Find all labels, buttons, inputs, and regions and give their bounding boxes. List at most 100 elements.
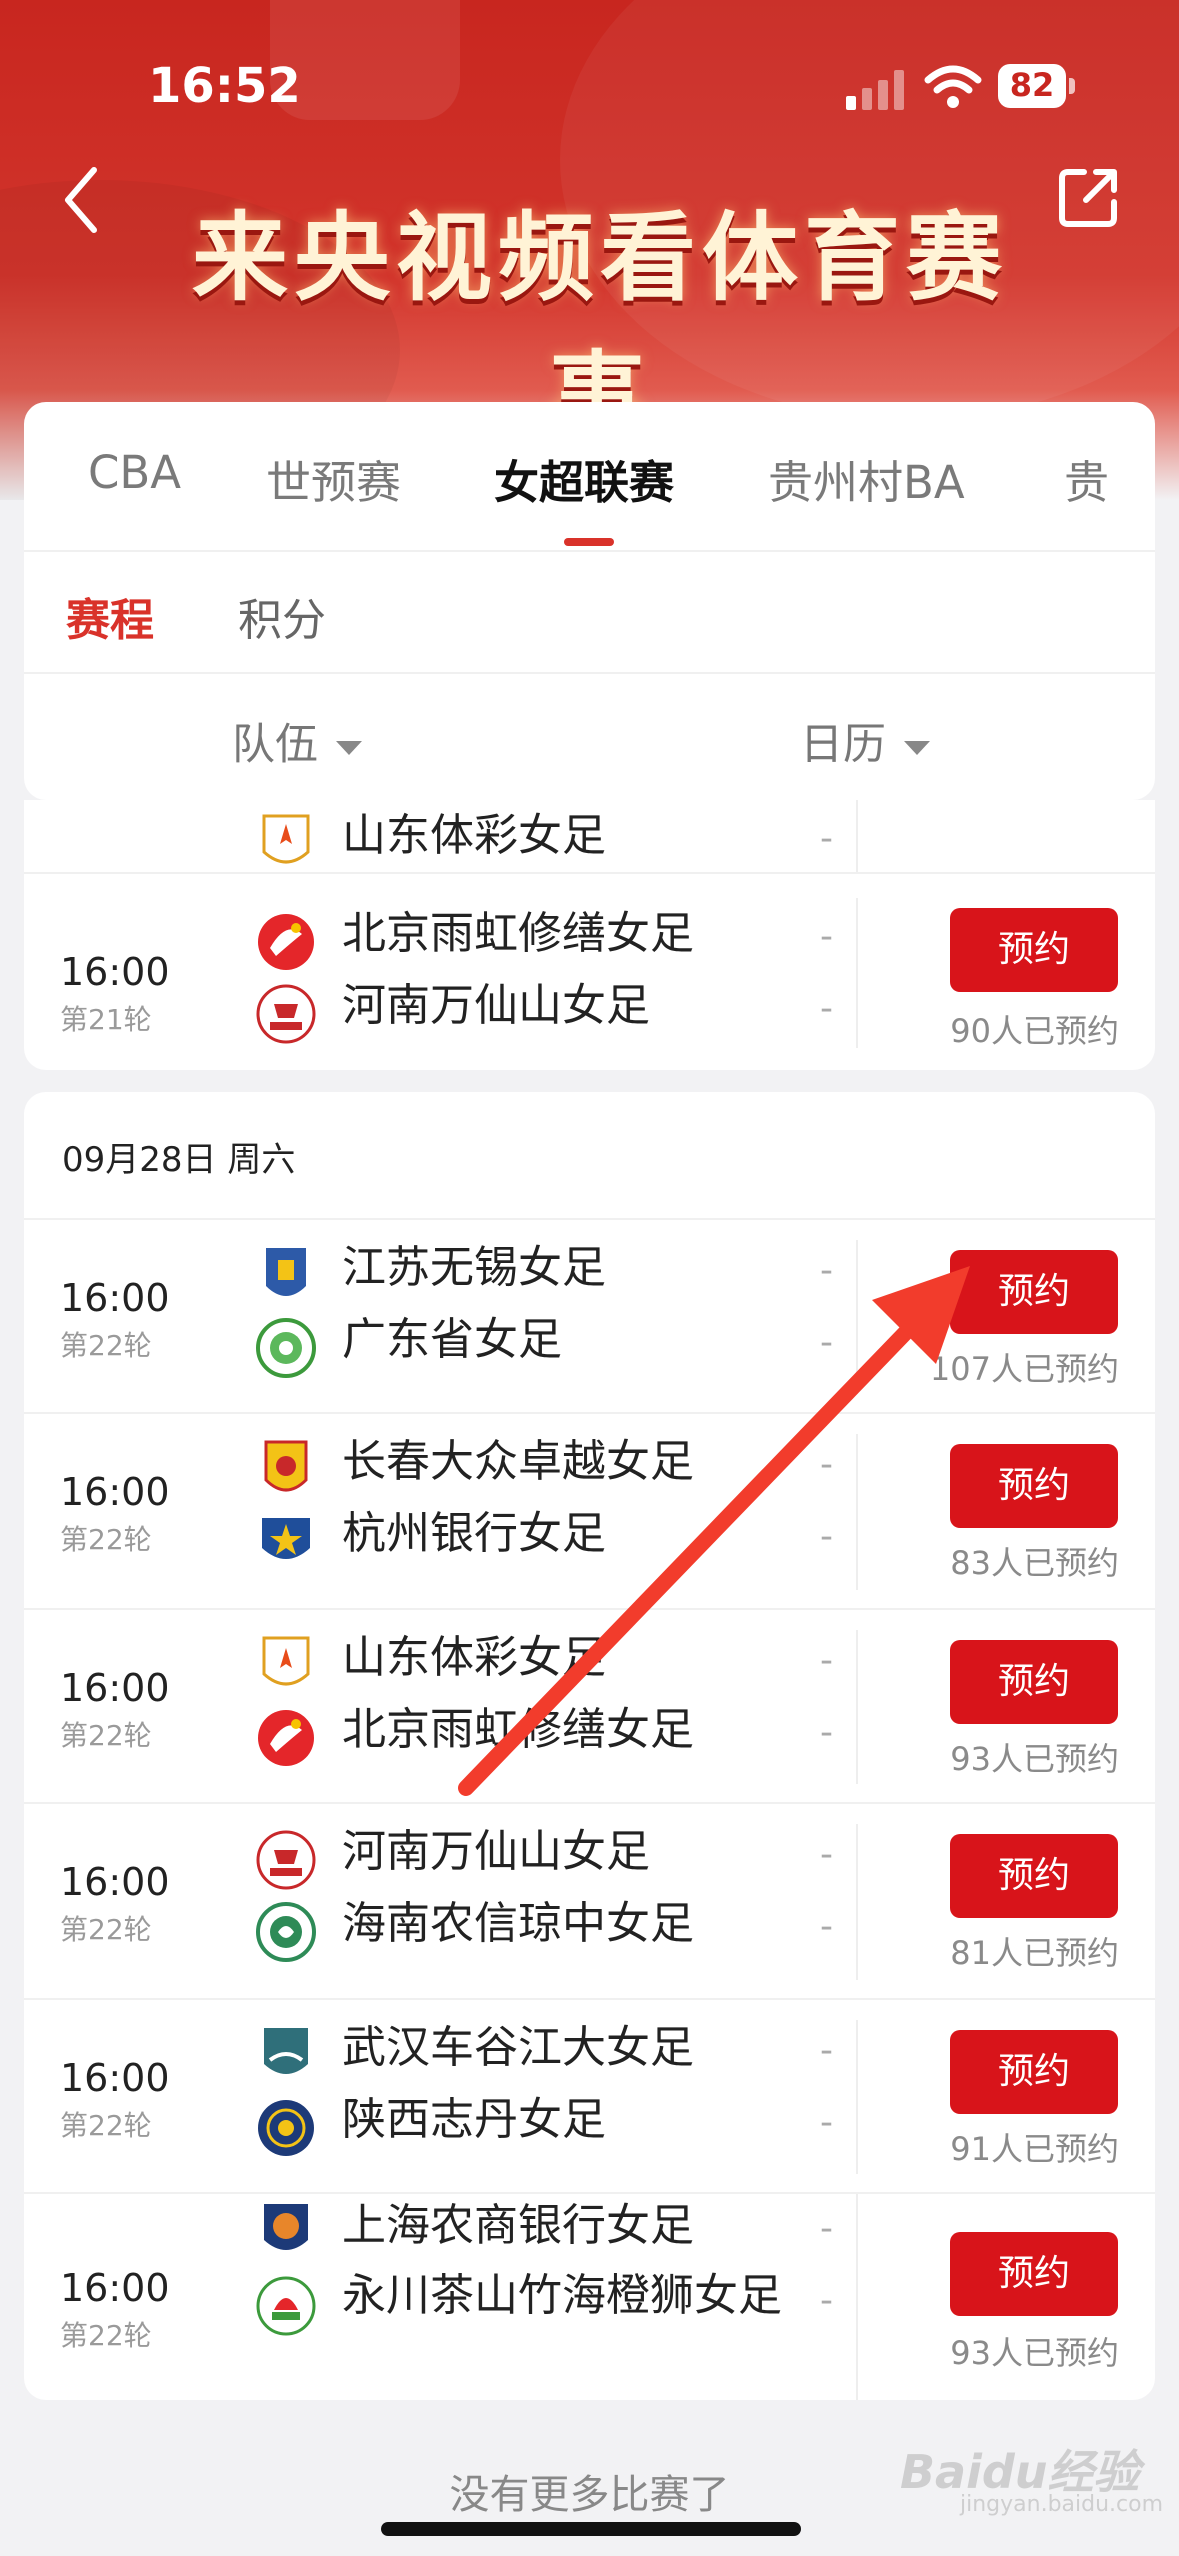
away-score: - bbox=[820, 2280, 833, 2321]
chevron-down-icon bbox=[904, 740, 930, 755]
match-time: 16:00 bbox=[60, 1860, 170, 1904]
home-score: - bbox=[820, 1250, 833, 1291]
tab-womens-super-league[interactable]: 女超联赛 bbox=[494, 446, 674, 511]
match-round: 第22轮 bbox=[60, 1329, 152, 1362]
match-row[interactable]: 16:00 第22轮 河南万仙山女足 - 海南农信琼中女足 - 预约 81人已预… bbox=[24, 1802, 1155, 2000]
tab-overflow[interactable]: 贵 bbox=[1064, 446, 1109, 511]
reserve-button[interactable]: 预约 bbox=[950, 2232, 1118, 2316]
match-round: 第22轮 bbox=[60, 1913, 152, 1946]
home-team-name: 上海农商银行女足 bbox=[342, 2200, 694, 2251]
away-score: - bbox=[820, 1322, 833, 1363]
team-logo-icon bbox=[258, 2100, 314, 2156]
chevron-down-icon bbox=[336, 740, 362, 755]
back-arrow-icon[interactable] bbox=[58, 162, 108, 238]
home-score: - bbox=[820, 2030, 833, 2071]
reservation-count: 93人已预约 bbox=[950, 2334, 1119, 2372]
away-score: - bbox=[820, 1906, 833, 1947]
team-logo-icon bbox=[264, 1440, 308, 1492]
match-row[interactable]: 16:00 第22轮 武汉车谷江大女足 - 陕西志丹女足 - 预约 91人已预约 bbox=[24, 1998, 1155, 2194]
team-logo-icon bbox=[256, 984, 316, 1044]
match-time: 16:00 bbox=[60, 950, 170, 994]
baidu-watermark-url: jingyan.baidu.com bbox=[960, 2492, 1164, 2517]
home-score: - bbox=[820, 916, 833, 957]
reservation-count: 83人已预约 bbox=[950, 1544, 1119, 1582]
team-logo-icon bbox=[262, 814, 310, 864]
team-logo-icon bbox=[262, 1636, 310, 1686]
reservation-count: 107人已预约 bbox=[929, 1350, 1119, 1388]
away-score: - bbox=[820, 988, 833, 1029]
match-list-card: 山东体彩女足 - 16:00 第21轮 北京雨虹修缮女足 - 河南万仙山女足 -… bbox=[24, 800, 1155, 1070]
calendar-filter-dropdown[interactable]: 日历 bbox=[800, 710, 930, 772]
status-time: 16:52 bbox=[148, 58, 301, 114]
home-team-name: 长春大众卓越女足 bbox=[342, 1436, 694, 1487]
match-time: 16:00 bbox=[60, 2266, 170, 2310]
reservation-count: 81人已预约 bbox=[950, 1934, 1119, 1972]
team-logo-icon bbox=[264, 2028, 308, 2074]
team-logo-icon bbox=[258, 914, 314, 970]
home-team-name: 江苏无锡女足 bbox=[342, 1242, 606, 1293]
reserve-button[interactable]: 预约 bbox=[950, 1640, 1118, 1724]
reserve-button[interactable]: 预约 bbox=[950, 2030, 1118, 2114]
home-team-name: 山东体彩女足 bbox=[342, 1632, 606, 1683]
match-row[interactable]: 16:00 第22轮 江苏无锡女足 - 广东省女足 - 预约 107人已预约 bbox=[24, 1218, 1155, 1414]
match-row[interactable]: 16:00 第21轮 北京雨虹修缮女足 - 河南万仙山女足 - 预约 90人已预… bbox=[24, 872, 1155, 1070]
match-date-header: 09月28日 周六 bbox=[62, 1140, 296, 1180]
reservation-count: 90人已预约 bbox=[950, 1012, 1119, 1050]
reserve-button[interactable]: 预约 bbox=[950, 908, 1118, 992]
battery-icon: 82 bbox=[998, 64, 1078, 110]
calendar-filter-label: 日历 bbox=[800, 720, 886, 770]
tab-cba[interactable]: CBA bbox=[88, 446, 181, 499]
competition-tabs: CBA 世预赛 女超联赛 贵州村BA 贵 bbox=[24, 402, 1155, 552]
home-team-name: 河南万仙山女足 bbox=[342, 1826, 650, 1877]
subtab-schedule[interactable]: 赛程 bbox=[66, 584, 154, 648]
match-round: 第22轮 bbox=[60, 2109, 152, 2142]
filter-bar: 队伍 日历 bbox=[24, 674, 1155, 798]
team-logo-icon bbox=[258, 1710, 314, 1766]
away-score: - bbox=[820, 1516, 833, 1557]
match-row[interactable]: 16:00 第22轮 山东体彩女足 - 北京雨虹修缮女足 - 预约 93人已预约 bbox=[24, 1608, 1155, 1804]
team-logo-icon bbox=[256, 1902, 316, 1962]
tab-guizhou-village-ba[interactable]: 贵州村BA bbox=[768, 446, 965, 511]
away-score: - bbox=[820, 1712, 833, 1753]
competition-header-card: CBA 世预赛 女超联赛 贵州村BA 贵 赛程 积分 队伍 日历 bbox=[24, 402, 1155, 800]
home-score: - bbox=[820, 1640, 833, 1681]
active-tab-indicator bbox=[564, 538, 614, 546]
reserve-button[interactable]: 预约 bbox=[950, 1250, 1118, 1334]
match-time: 16:00 bbox=[60, 2056, 170, 2100]
team-filter-dropdown[interactable]: 队伍 bbox=[232, 710, 362, 772]
away-score: - bbox=[820, 2102, 833, 2143]
match-date-card: 09月28日 周六 16:00 第22轮 江苏无锡女足 - 广东省女足 - 预约… bbox=[24, 1092, 1155, 2400]
team-logo-icon bbox=[266, 1248, 306, 1296]
match-row[interactable]: 16:00 第22轮 长春大众卓越女足 - 杭州银行女足 - 预约 83人已预约 bbox=[24, 1412, 1155, 1610]
reserve-button[interactable]: 预约 bbox=[950, 1834, 1118, 1918]
home-team-name: 北京雨虹修缮女足 bbox=[342, 908, 694, 959]
wifi-icon bbox=[924, 65, 982, 108]
team-name: 山东体彩女足 bbox=[342, 810, 606, 861]
team-logo-icon bbox=[256, 1318, 316, 1378]
match-time: 16:00 bbox=[60, 1666, 170, 1710]
team-logo-icon bbox=[256, 2276, 316, 2336]
reserve-button[interactable]: 预约 bbox=[950, 1444, 1118, 1528]
reservation-count: 93人已预约 bbox=[950, 1740, 1119, 1778]
match-round: 第22轮 bbox=[60, 1719, 152, 1752]
battery-level: 82 bbox=[1009, 66, 1055, 104]
home-score: - bbox=[820, 2208, 833, 2249]
share-icon[interactable] bbox=[1056, 164, 1122, 230]
home-score: - bbox=[820, 1444, 833, 1485]
team-filter-label: 队伍 bbox=[232, 720, 318, 770]
away-team-name: 广东省女足 bbox=[342, 1314, 562, 1365]
match-round: 第22轮 bbox=[60, 2319, 152, 2352]
home-indicator[interactable] bbox=[381, 2522, 801, 2536]
tab-world-cup-qualifiers[interactable]: 世预赛 bbox=[266, 446, 401, 511]
subtab-standings[interactable]: 积分 bbox=[238, 584, 326, 648]
away-team-name: 海南农信琼中女足 bbox=[342, 1898, 694, 1949]
match-row[interactable]: 16:00 第22轮 上海农商银行女足 - 永川茶山竹海橙狮女足 - 预约 93… bbox=[24, 2192, 1155, 2400]
match-round: 第22轮 bbox=[60, 1523, 152, 1556]
team-logo-icon bbox=[262, 1518, 310, 1559]
match-round: 第21轮 bbox=[60, 1003, 152, 1036]
match-time: 16:00 bbox=[60, 1276, 170, 1320]
team-logo-icon bbox=[256, 1830, 316, 1890]
match-time: 16:00 bbox=[60, 1470, 170, 1514]
away-team-name: 杭州银行女足 bbox=[342, 1508, 606, 1559]
away-team-name: 永川茶山竹海橙狮女足 bbox=[342, 2270, 782, 2321]
